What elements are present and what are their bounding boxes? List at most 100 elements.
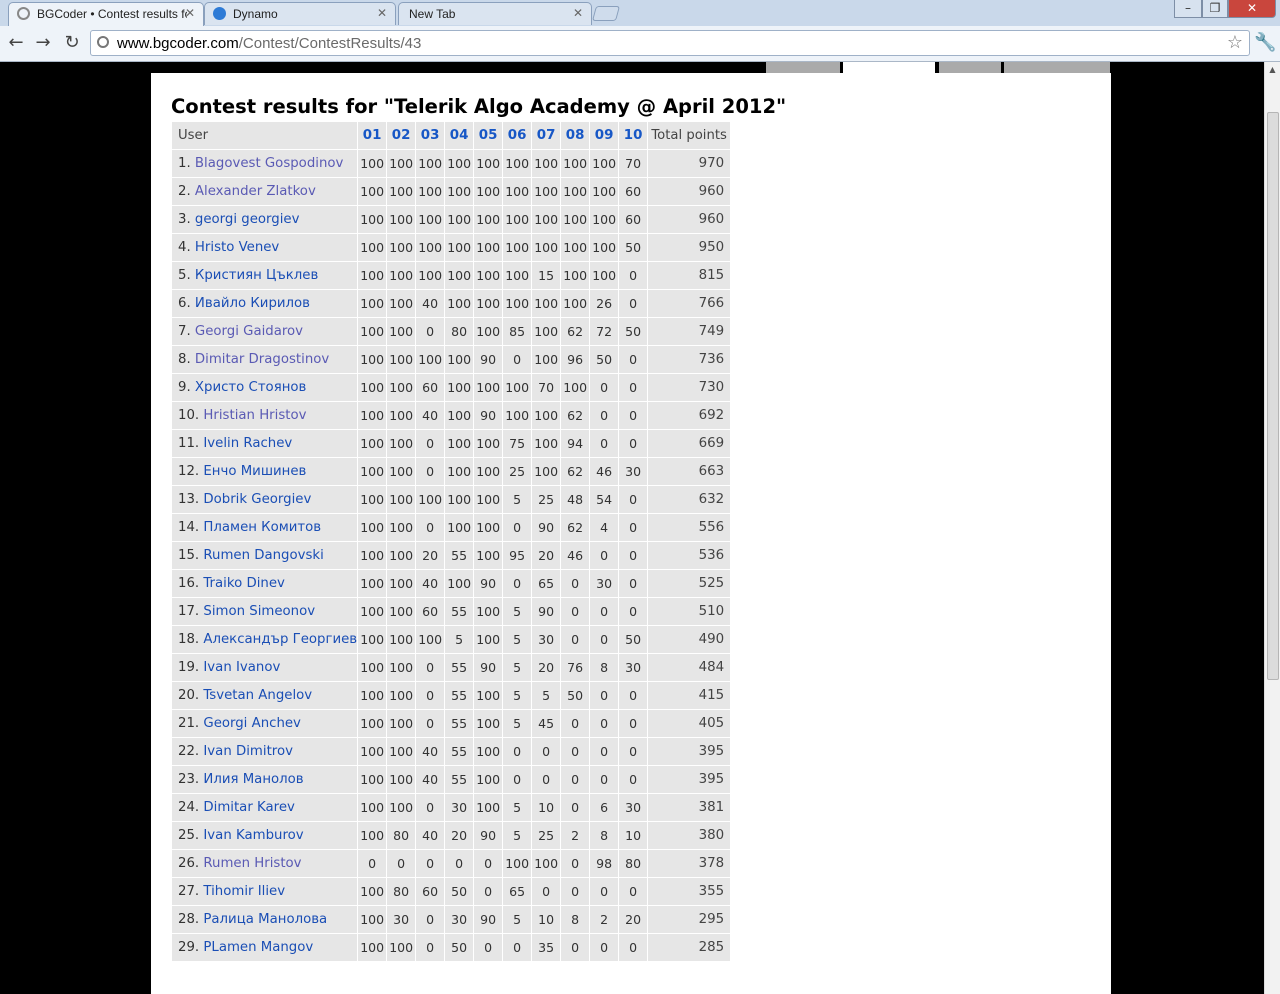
user-name-link[interactable]: Ivelin Rachev (203, 436, 292, 451)
task-score-cell: 0 (618, 513, 649, 542)
user-name-link[interactable]: Ivan Kamburov (203, 828, 303, 843)
task-04-header-link[interactable]: 04 (444, 121, 475, 150)
close-window-button[interactable]: ✕ (1228, 0, 1276, 18)
user-name-link[interactable]: Ивайло Кирилов (195, 296, 310, 311)
task-score-cell: 6 (589, 793, 620, 822)
table-row: 26. Rumen Hristov 0 0 0 0 0 100 100 0 98 80 378 (170, 849, 732, 878)
task-06-header-link[interactable]: 06 (502, 121, 533, 150)
task-score-cell: 2 (589, 905, 620, 934)
task-score-cell: 46 (589, 457, 620, 486)
user-name-link[interactable]: Traiko Dinev (203, 576, 284, 591)
user-name-link[interactable]: Alexander Zlatkov (195, 184, 316, 199)
minimize-button[interactable]: – (1174, 0, 1202, 18)
task-score-cell: 100 (357, 737, 388, 766)
tab-bgcoder[interactable]: BGCoder • Contest results fo ✕ (8, 2, 204, 26)
task-score-cell: 0 (560, 737, 591, 766)
user-name-link[interactable]: Simon Simeonov (203, 604, 315, 619)
task-09-header-link[interactable]: 09 (589, 121, 620, 150)
tab-new-tab[interactable]: New Tab ✕ (398, 2, 592, 25)
task-score-cell: 20 (415, 541, 446, 570)
user-cell: 24. Dimitar Karev (170, 793, 359, 822)
task-score-cell: 0 (589, 681, 620, 710)
user-name-link[interactable]: Blagovest Gospodinov (195, 156, 343, 171)
tab-close-icon[interactable]: ✕ (185, 6, 195, 20)
user-cell: 21. Georgi Anchev (170, 709, 359, 738)
restore-button[interactable]: ❐ (1202, 0, 1228, 18)
task-05-header-link[interactable]: 05 (473, 121, 504, 150)
site-nav-tab[interactable] (766, 62, 840, 73)
user-name-link[interactable]: Hristian Hristov (203, 408, 306, 423)
task-score-cell: 20 (618, 905, 649, 934)
scrollbar-thumb[interactable] (1267, 112, 1279, 680)
task-07-header-link[interactable]: 07 (531, 121, 562, 150)
user-cell: 20. Tsvetan Angelov (170, 681, 359, 710)
task-score-cell: 96 (560, 345, 591, 374)
task-score-cell: 100 (357, 457, 388, 486)
user-name-link[interactable]: Ivan Ivanov (203, 660, 280, 675)
user-name-link[interactable]: Tsvetan Angelov (203, 688, 312, 703)
user-name-link[interactable]: Ivan Dimitrov (203, 744, 293, 759)
task-score-cell: 100 (560, 205, 591, 234)
tab-dynamo[interactable]: Dynamo ✕ (204, 2, 396, 25)
table-row: 15. Rumen Dangovski 100 100 20 55 100 95 20 46 0 0… (170, 541, 732, 570)
user-name-link[interactable]: Александър Георгиев (203, 632, 357, 647)
reload-icon[interactable]: ↻ (61, 32, 83, 54)
task-score-cell: 2 (560, 821, 591, 850)
user-name-link[interactable]: Dimitar Dragostinov (195, 352, 329, 367)
user-name-link[interactable]: Tihomir Iliev (203, 884, 285, 899)
task-10-header-link[interactable]: 10 (618, 121, 649, 150)
site-nav-tab[interactable] (1004, 62, 1110, 73)
task-score-cell: 100 (386, 737, 417, 766)
user-name-link[interactable]: Hristo Venev (195, 240, 279, 255)
back-arrow-icon[interactable]: ← (5, 32, 27, 54)
task-score-cell: 0 (415, 457, 446, 486)
total-points-cell: 669 (647, 429, 732, 458)
total-points-cell: 355 (647, 877, 732, 906)
url-host: www.bgcoder.com (117, 35, 239, 52)
bookmark-star-icon[interactable]: ☆ (1227, 32, 1243, 53)
task-score-cell: 0 (560, 625, 591, 654)
task-score-cell: 25 (531, 485, 562, 514)
user-name-link[interactable]: Ралица Манолова (203, 912, 327, 927)
tab-close-icon[interactable]: ✕ (573, 6, 583, 20)
tab-close-icon[interactable]: ✕ (377, 6, 387, 20)
task-score-cell: 0 (618, 401, 649, 430)
scroll-up-arrow-icon[interactable]: ▲ (1265, 62, 1280, 78)
total-points-cell: 815 (647, 261, 732, 290)
user-name-link[interactable]: Dimitar Karev (203, 800, 295, 815)
user-name-link[interactable]: PLamen Mangov (203, 940, 313, 955)
wrench-menu-icon[interactable]: 🔧 (1254, 32, 1276, 53)
user-cell: 17. Simon Simeonov (170, 597, 359, 626)
vertical-scrollbar[interactable]: ▲ (1264, 62, 1280, 994)
task-score-cell: 100 (386, 793, 417, 822)
user-name-link[interactable]: Христо Стоянов (195, 380, 306, 395)
user-name-link[interactable]: Georgi Gaidarov (195, 324, 303, 339)
total-points-cell: 415 (647, 681, 732, 710)
task-score-cell: 0 (560, 597, 591, 626)
user-name-link[interactable]: Rumen Hristov (203, 856, 301, 871)
user-name-link[interactable]: Dobrik Georgiev (203, 492, 311, 507)
task-score-cell: 100 (473, 149, 504, 178)
task-08-header-link[interactable]: 08 (560, 121, 591, 150)
task-02-header-link[interactable]: 02 (386, 121, 417, 150)
user-name-link[interactable]: Rumen Dangovski (203, 548, 323, 563)
globe-favicon-icon (17, 7, 30, 20)
user-name-link[interactable]: Енчо Мишинев (203, 464, 306, 479)
task-score-cell: 0 (531, 737, 562, 766)
user-name-link[interactable]: Georgi Anchev (203, 716, 301, 731)
user-name-link[interactable]: georgi georgiev (195, 212, 300, 227)
forward-arrow-icon[interactable]: → (32, 32, 54, 54)
task-score-cell: 90 (473, 905, 504, 934)
task-01-header-link[interactable]: 01 (357, 121, 388, 150)
task-score-cell: 100 (357, 541, 388, 570)
site-nav-tab[interactable] (939, 62, 1001, 73)
site-nav-tab-active[interactable] (843, 62, 935, 73)
new-tab-button[interactable] (591, 6, 621, 21)
task-score-cell: 100 (531, 401, 562, 430)
address-bar[interactable]: www.bgcoder.com/Contest/ContestResults/4… (90, 30, 1250, 56)
task-03-header-link[interactable]: 03 (415, 121, 446, 150)
user-name-link[interactable]: Кристиян Цъклев (195, 268, 318, 283)
results-table: User 01 02 03 04 05 06 07 08 09 10 Total… (170, 121, 732, 962)
user-name-link[interactable]: Пламен Комитов (203, 520, 321, 535)
user-name-link[interactable]: Илия Манолов (203, 772, 303, 787)
